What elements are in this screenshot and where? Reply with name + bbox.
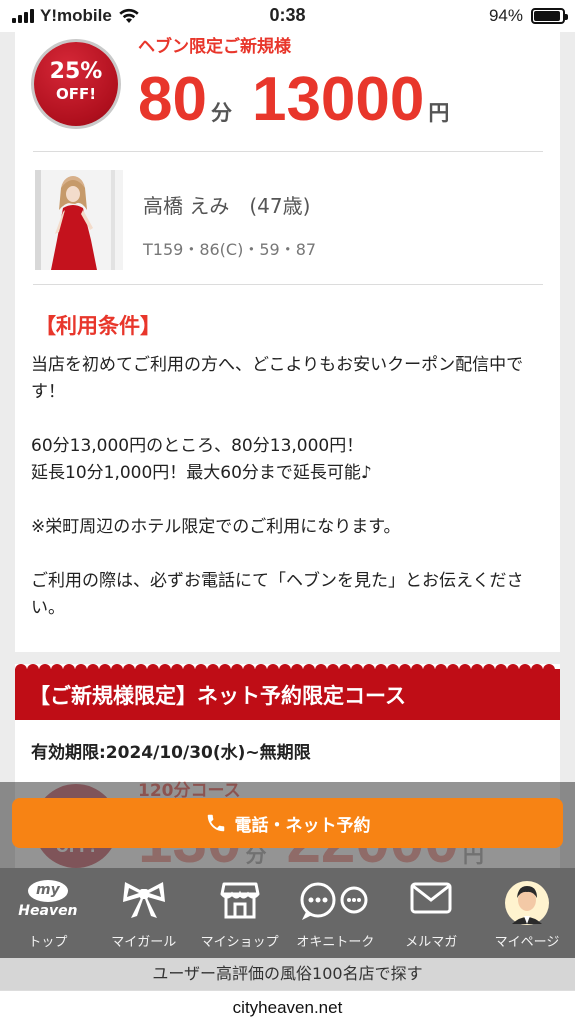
conditions-paragraph: ※栄町周辺のホテル限定でのご利用になります。 xyxy=(31,517,401,537)
coupon-price: 13000 xyxy=(251,65,425,134)
nav-my-shop[interactable]: マイショップ xyxy=(192,868,288,958)
divider xyxy=(33,151,543,152)
nav-label: オキニトーク xyxy=(296,935,375,950)
ribbon-icon xyxy=(122,882,165,918)
nav-label: マイページ xyxy=(494,935,560,950)
avatar-icon xyxy=(505,881,550,925)
coupon-label: ヘブン限定ご新規様 xyxy=(138,37,291,57)
nav-label: メルマガ xyxy=(405,935,458,950)
conditions-paragraph: ご利用の際は、必ずお電話にて「ヘブンを見た」とお伝えください。 xyxy=(31,571,524,618)
search-banner-link[interactable]: ユーザー高評価の風俗100名店で探す xyxy=(0,958,575,990)
price-unit: 円 xyxy=(428,101,450,125)
battery-icon xyxy=(531,8,568,24)
conditions-title: 【利用条件】 xyxy=(35,314,161,338)
conditions-paragraph: 60分13,000円のところ、80分13,000円！ 延長10分1,000円！最… xyxy=(31,436,372,483)
coupon-price-line: 80 分 13000 円 xyxy=(138,62,469,142)
discount-badge: 25% OFF! xyxy=(34,42,118,126)
conditions-paragraph: 当店を初めてご利用の方へ、どこよりもお安いクーポン配信中です！ xyxy=(31,355,524,402)
girl-measurements: T159・86(C)・59・87 xyxy=(143,240,317,259)
nav-label: マイショップ xyxy=(200,935,279,950)
battery-percent: 94% xyxy=(488,6,523,25)
minutes-unit: 分 xyxy=(210,101,232,125)
nav-okini-talk[interactable]: オキニトーク xyxy=(287,868,383,958)
coupon-summary[interactable]: 25% OFF! ヘブン限定ご新規様 80 分 13000 円 xyxy=(15,32,560,152)
girl-photo[interactable] xyxy=(35,170,123,270)
logo-bottom-text: Heaven xyxy=(18,903,78,919)
nav-label: マイガール xyxy=(111,935,177,950)
conditions-text: 当店を初めてご利用の方へ、どこよりもお安いクーポン配信中です！ 60分13,00… xyxy=(31,352,541,622)
discount-percent: 25% xyxy=(49,59,103,84)
nav-top[interactable]: my Heaven トップ xyxy=(0,868,96,958)
reserve-button[interactable]: 電話・ネット予約 xyxy=(12,798,563,848)
coupon-card: 25% OFF! ヘブン限定ご新規様 80 分 13000 円 高橋 えみ (4… xyxy=(15,32,560,652)
shop-icon xyxy=(220,882,260,919)
divider xyxy=(33,284,543,285)
nav-my-page[interactable]: マイページ xyxy=(479,868,575,958)
mail-icon xyxy=(410,882,452,914)
reserve-button-label: 電話・ネット予約 xyxy=(234,815,371,835)
battery-group: 94% xyxy=(488,6,568,26)
nav-mail-magazine[interactable]: メルマガ xyxy=(383,868,479,958)
girl-profile[interactable]: 高橋 えみ (47歳) T159・86(C)・59・87 xyxy=(15,170,560,270)
nav-my-girl[interactable]: マイガール xyxy=(96,868,192,958)
status-bar: Y!mobile 0:38 94% xyxy=(0,0,575,32)
my-heaven-logo-icon: my Heaven xyxy=(15,880,81,924)
course-minutes: 80 xyxy=(138,65,207,134)
girl-name: 高橋 えみ (47歳) xyxy=(143,194,311,218)
logo-top-text: my xyxy=(27,880,68,902)
coupon-header: 【ご新規様限定】ネット予約限定コース xyxy=(15,672,560,720)
chat-bubbles-icon xyxy=(300,882,368,920)
discount-off-label: OFF! xyxy=(55,85,97,103)
phone-icon xyxy=(207,814,224,832)
coupon-expiry: 有効期限:2024/10/30(水)~無期限 xyxy=(31,743,311,763)
nav-label: トップ xyxy=(28,935,68,950)
bottom-nav: my Heaven トップ マイガール マイショップ オキニトーク メルマガ マ… xyxy=(0,868,575,958)
url-bar[interactable]: cityheaven.net xyxy=(0,990,575,1024)
battery-fill xyxy=(534,11,561,21)
